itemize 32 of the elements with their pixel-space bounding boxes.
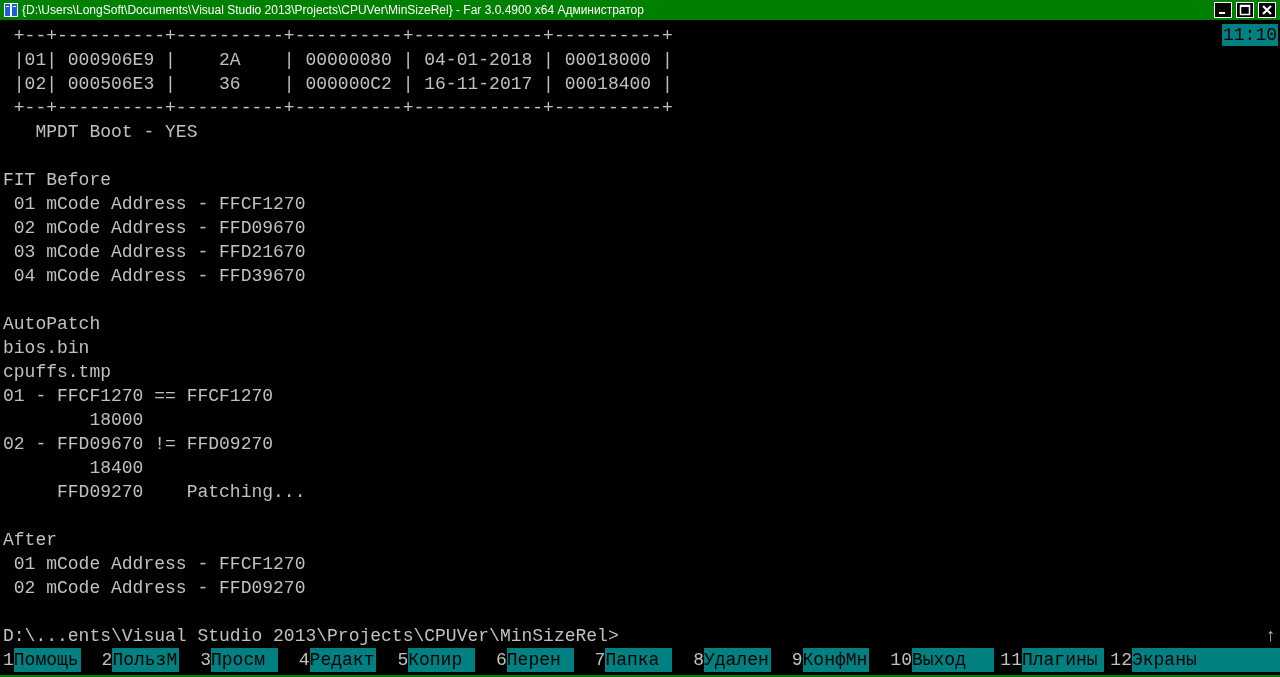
console-line: FFD09270 Patching... <box>56 482 306 502</box>
minimize-icon <box>1218 12 1225 14</box>
console-line: MPDT Boot - YES <box>34 122 198 142</box>
command-prompt: D:\...ents\Visual Studio 2013\Projects\CPUVer\MinSizeRel> <box>3 625 619 648</box>
app-icon <box>4 3 18 17</box>
console-line: +--+----------+----------+----------+------------+----------+ <box>12 26 673 46</box>
console-line: FIT Before <box>3 170 112 190</box>
maximize-icon <box>1239 4 1251 16</box>
console-line: cpuffs.tmp <box>3 362 112 382</box>
console-line: 02 mCode Address - FFD09670 <box>12 218 306 238</box>
console-line: bios.bin <box>3 338 90 358</box>
minimize-button[interactable] <box>1214 2 1232 18</box>
console-line: 02 - FFD09670 != FFD09270 <box>3 434 274 454</box>
console-line: After <box>3 530 57 550</box>
console-line: 01 mCode Address - FFCF1270 <box>12 194 306 214</box>
console-line: |01| 000906E9 | 2A | 00000080 | 04-01-2018 | 00018000 | <box>12 50 673 70</box>
clock: 11:10 <box>1222 24 1278 46</box>
console-line: 01 mCode Address - FFCF1270 <box>12 554 306 574</box>
console-line: AutoPatch <box>3 314 101 334</box>
console-line: 02 mCode Address - FFD09270 <box>12 578 306 598</box>
console-line: 18400 <box>88 458 144 478</box>
console-line: 04 mCode Address - FFD39670 <box>12 266 306 286</box>
maximize-button[interactable] <box>1236 2 1254 18</box>
close-icon <box>1261 4 1273 16</box>
window-title: {D:\Users\LongSoft\Documents\Visual Studio 2013\Projects\CPUVer\MinSizeRel} - Far 3.0.4900 x64 Администратор <box>22 3 645 17</box>
console-line: 18000 <box>88 410 144 430</box>
console-line: |02| 000506E3 | 36 | 000000C2 | 16-11-2017 | 00018400 | <box>12 74 673 94</box>
close-button[interactable] <box>1258 2 1276 18</box>
console-line: +--+----------+----------+----------+------------+----------+ <box>12 98 673 118</box>
console-line: 03 mCode Address - FFD21670 <box>12 242 306 262</box>
scroll-mark: ↑ <box>1265 625 1276 648</box>
console-line: 01 - FFCF1270 == FFCF1270 <box>3 386 274 406</box>
